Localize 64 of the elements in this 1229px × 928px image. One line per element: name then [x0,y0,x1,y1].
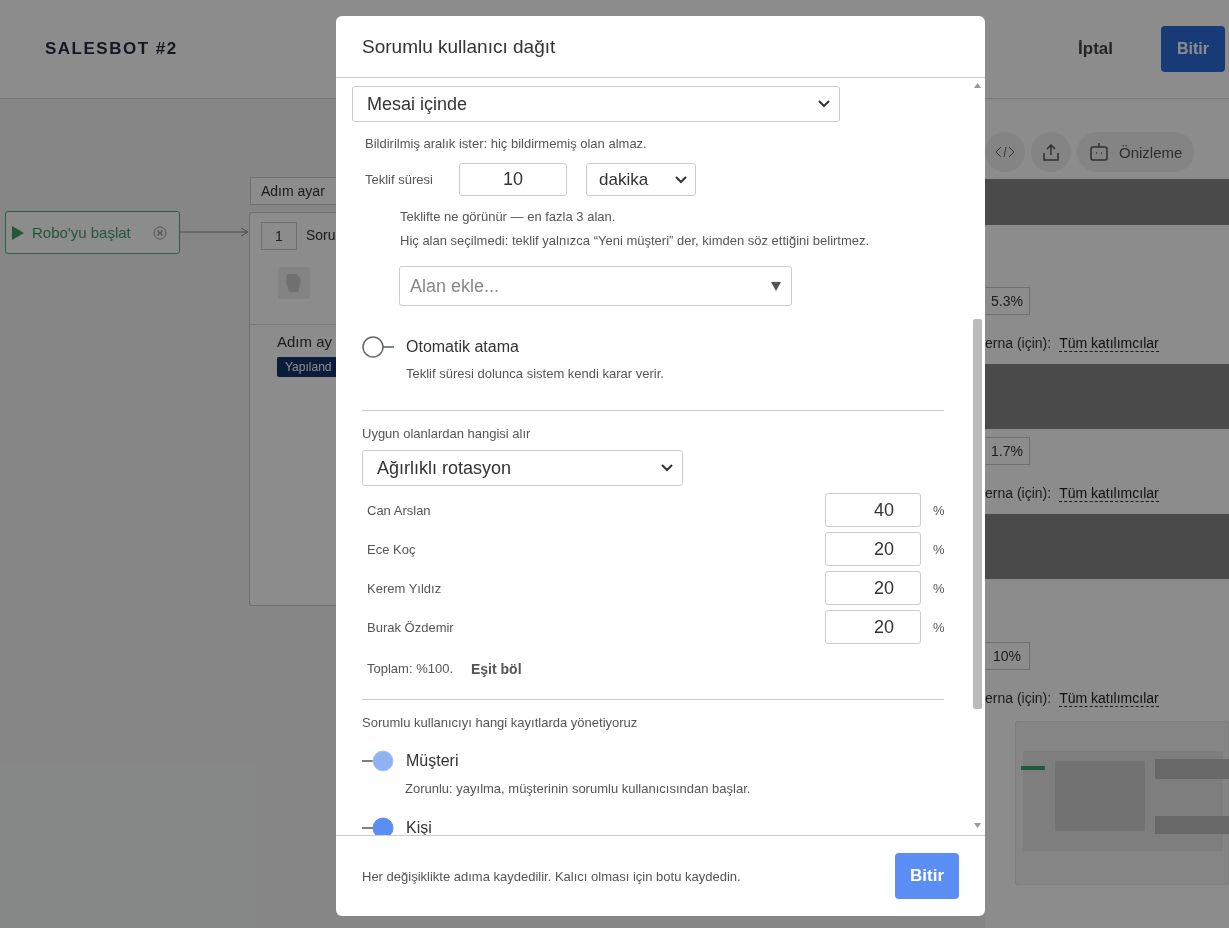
user-name: Burak Özdemir [367,619,455,635]
toggle-switch[interactable] [362,817,394,835]
section-label: Uygun olanlardan hangisi alır [362,426,532,441]
step-card[interactable]: 1 Soru Adım ay Yapıland [249,212,337,606]
audience-label: erna (için): [985,690,1052,707]
upload-icon [1042,143,1060,161]
dialog-title: Sorumlu kullanıcı dağıt [362,35,556,58]
weight-field[interactable]: 40 [825,493,921,527]
audience-link[interactable]: Tüm katılımcılar [1059,335,1159,352]
step-number: 1 [261,222,297,250]
percent-sign: % [933,502,944,518]
preview-button[interactable]: Önizleme [1077,132,1195,172]
audience-link[interactable]: Tüm katılımcılar [1059,485,1159,502]
add-field-dropdown[interactable]: Alan ekle... [399,266,792,306]
share-button[interactable] [1031,132,1071,172]
weight-field[interactable]: 20 [825,610,921,644]
code-button[interactable] [985,132,1025,172]
cancel-button[interactable]: İptal [1072,38,1119,60]
audience-link[interactable]: Tüm katılımcılar [1059,690,1159,707]
robot-icon [1089,142,1109,162]
rotation-select[interactable]: Ağırlıklı rotasyon [362,450,683,486]
status-badge: Yapıland [277,357,339,377]
finish-button[interactable]: Bitir [895,853,959,899]
schedule-select[interactable]: Mesai içinde [352,86,840,122]
section-label: Sorumlu kullanıcıyı hangi kayıtlarda yönetiyoruz [362,715,639,730]
percent-sign: % [933,619,944,635]
user-name: Ece Koç [367,541,417,557]
bot-title: SALESBOT #2 [45,39,178,59]
offer-duration-field[interactable]: 10 [459,163,567,196]
audience-label: erna (için): [985,485,1052,502]
start-node-label: Robo'yu başlat [32,224,131,241]
code-icon [995,146,1015,158]
weight-field[interactable]: 20 [825,571,921,605]
step-subtitle: Adım ay [277,333,333,350]
weight-field[interactable]: 20 [825,532,921,566]
split-evenly-button[interactable]: Eşit böl [471,661,522,677]
image-icon [277,266,311,300]
unit-select[interactable]: dakika [586,163,696,196]
hint-text: Teklifte ne görünür — en fazla 3 alan. [400,209,617,225]
step-tooltip: Adım ayar [250,177,337,205]
hint-text: Bildirilmiş aralık ister: hiç bildirmemiş olan almaz. [365,136,648,152]
hint-text: Hiç alan seçilmedi: teklif yalnızca “Yeni müşteri” der, kimden söz ettiğini belirtmez. [400,233,871,249]
audience-label: erna (için): [985,335,1052,352]
finish-button[interactable]: Bitir [1161,26,1225,72]
hint-text: Teklif süresi dolunca sistem kendi karar verir. [406,366,665,382]
toggle-switch[interactable] [362,336,394,358]
hint-text: Zorunlu: yayılma, müşterinin sorumlu kullanıcısından başlar. [405,781,752,797]
footer-note: Her değişiklikte adıma kaydedilir. Kalıcı olması için botu kaydedin. [362,868,741,884]
percent-sign: % [933,580,944,596]
toggle-label: Müşteri [406,752,459,770]
dropdown-arrow-icon [771,281,781,291]
chevron-down-icon [818,100,830,108]
total-text: Toplam: %100. [367,661,453,677]
play-icon [12,225,24,240]
close-icon[interactable] [152,225,167,240]
chevron-down-icon [661,464,673,472]
offer-duration-label: Teklif süresi [365,172,434,187]
step-title: Soru [306,227,336,243]
percent-sign: % [933,541,944,557]
user-name: Kerem Yıldız [367,580,443,596]
toggle-label: Otomatik atama [406,338,519,356]
user-name: Can Arslan [367,502,432,518]
chevron-down-icon [675,175,687,184]
connector-arrow [180,227,249,237]
